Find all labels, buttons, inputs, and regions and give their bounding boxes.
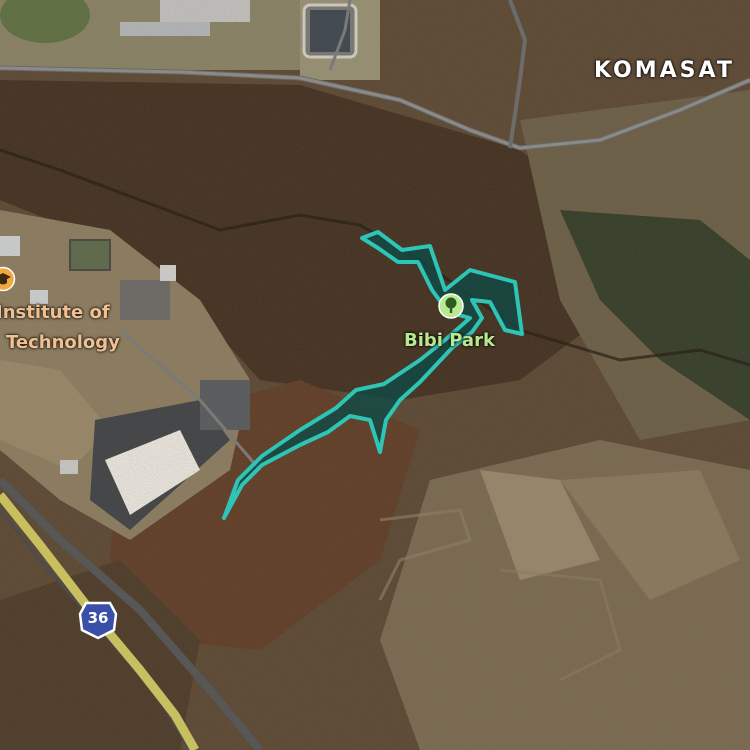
park-label[interactable]: Bibi Park xyxy=(404,330,495,351)
park-marker[interactable] xyxy=(437,292,465,320)
institute-marker[interactable] xyxy=(0,266,16,292)
institute-label-line2[interactable]: Technology xyxy=(6,332,120,353)
institute-label-line1[interactable]: Institute of xyxy=(0,302,110,323)
route-number: 36 xyxy=(87,609,109,627)
tree-icon xyxy=(438,293,464,319)
map-view[interactable]: Bibi Park Institute of Technology KOMASA… xyxy=(0,0,750,750)
district-label[interactable]: KOMASAT xyxy=(594,58,735,83)
route-shield[interactable]: 36 xyxy=(76,600,120,640)
education-icon xyxy=(0,266,16,292)
